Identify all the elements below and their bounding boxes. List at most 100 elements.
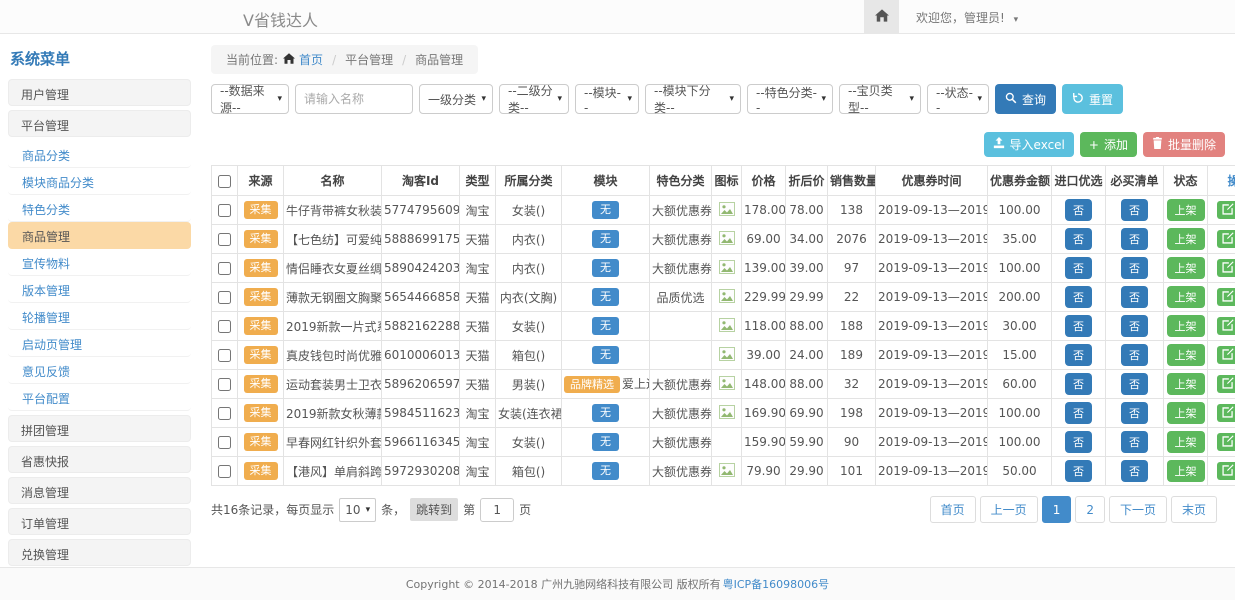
select-all-checkbox[interactable] xyxy=(218,175,231,188)
must-buy-toggle-button[interactable]: 否 xyxy=(1121,460,1148,482)
sidebar-item[interactable]: 版本管理 xyxy=(8,276,191,303)
page-button[interactable]: 首页 xyxy=(930,496,976,523)
row-checkbox[interactable] xyxy=(218,349,231,362)
breadcrumb-home-link[interactable]: 首页 xyxy=(283,51,323,68)
batch-delete-button[interactable]: 批量删除 xyxy=(1143,132,1225,157)
sidebar-item[interactable]: 商品分类 xyxy=(8,141,191,168)
status-button[interactable]: 上架 xyxy=(1167,402,1205,424)
level1-category-select[interactable]: 一级分类▾ xyxy=(419,84,493,114)
page-button[interactable]: 末页 xyxy=(1171,496,1217,523)
sidebar-section[interactable]: 兑换管理 xyxy=(8,539,191,566)
sidebar-section[interactable]: 用户管理 xyxy=(8,79,191,106)
must-buy-toggle-button[interactable]: 否 xyxy=(1121,373,1148,395)
jump-page-input[interactable] xyxy=(480,498,514,522)
sidebar-section[interactable]: 省惠快报 xyxy=(8,446,191,473)
jump-button[interactable]: 跳转到 xyxy=(410,498,458,521)
sidebar-item[interactable]: 模块商品分类 xyxy=(8,168,191,195)
sidebar-item[interactable]: 轮播管理 xyxy=(8,303,191,330)
status-button[interactable]: 上架 xyxy=(1167,257,1205,279)
imported-toggle-button[interactable]: 否 xyxy=(1065,228,1092,250)
row-checkbox[interactable] xyxy=(218,436,231,449)
edit-button[interactable] xyxy=(1217,230,1235,248)
edit-button[interactable] xyxy=(1217,433,1235,451)
edit-button[interactable] xyxy=(1217,201,1235,219)
status-button[interactable]: 上架 xyxy=(1167,315,1205,337)
edit-button[interactable] xyxy=(1217,259,1235,277)
sidebar-item[interactable]: 特色分类 xyxy=(8,195,191,222)
import-excel-button[interactable]: 导入excel xyxy=(984,132,1074,157)
page-button[interactable]: 下一页 xyxy=(1109,496,1167,523)
row-checkbox[interactable] xyxy=(218,291,231,304)
imported-toggle-button[interactable]: 否 xyxy=(1065,286,1092,308)
sidebar-section[interactable]: 平台管理 xyxy=(8,110,191,137)
module-sub-select[interactable]: --模块下分类--▾ xyxy=(645,84,741,114)
imported-toggle-button[interactable]: 否 xyxy=(1065,431,1092,453)
sidebar-item[interactable]: 宣传物料 xyxy=(8,249,191,276)
must-buy-toggle-button[interactable]: 否 xyxy=(1121,431,1148,453)
status-button[interactable]: 上架 xyxy=(1167,373,1205,395)
sidebar-section[interactable]: 拼团管理 xyxy=(8,415,191,442)
edit-button[interactable] xyxy=(1217,375,1235,393)
edit-button[interactable] xyxy=(1217,317,1235,335)
imported-toggle-button[interactable]: 否 xyxy=(1065,344,1092,366)
sidebar-section[interactable]: 消息管理 xyxy=(8,477,191,504)
item-type-select[interactable]: --宝贝类型--▾ xyxy=(839,84,921,114)
row-checkbox[interactable] xyxy=(218,233,231,246)
must-buy-toggle-button[interactable]: 否 xyxy=(1121,315,1148,337)
status-button[interactable]: 上架 xyxy=(1167,460,1205,482)
user-menu[interactable]: 欢迎您，管理员! ▾ xyxy=(916,9,1018,26)
product-name: 早春网红针织外套女春... xyxy=(284,428,382,457)
status-select[interactable]: --状态--▾ xyxy=(927,84,989,114)
must-buy-toggle-button[interactable]: 否 xyxy=(1121,286,1148,308)
row-checkbox[interactable] xyxy=(218,320,231,333)
status-button[interactable]: 上架 xyxy=(1167,344,1205,366)
add-button[interactable]: + 添加 xyxy=(1080,132,1137,157)
imported-toggle-button[interactable]: 否 xyxy=(1065,402,1092,424)
row-checkbox[interactable] xyxy=(218,407,231,420)
data-source-select[interactable]: --数据来源--▾ xyxy=(211,84,289,114)
row-checkbox[interactable] xyxy=(218,378,231,391)
must-buy-toggle-button[interactable]: 否 xyxy=(1121,402,1148,424)
imported-toggle-button[interactable]: 否 xyxy=(1065,373,1092,395)
icp-link[interactable]: 粤ICP备16098006号 xyxy=(723,576,830,592)
feature-category-select[interactable]: --特色分类--▾ xyxy=(747,84,833,114)
module-select[interactable]: --模块--▾ xyxy=(575,84,639,114)
imported-toggle-button[interactable]: 否 xyxy=(1065,460,1092,482)
name-search-input[interactable] xyxy=(295,84,413,114)
per-page-select[interactable]: 10 ▾ xyxy=(339,498,376,522)
edit-button[interactable] xyxy=(1217,346,1235,364)
price: 118.00 xyxy=(742,312,786,341)
edit-button[interactable] xyxy=(1217,462,1235,480)
sidebar-section[interactable]: 订单管理 xyxy=(8,508,191,535)
edit-button[interactable] xyxy=(1217,404,1235,422)
status-button[interactable]: 上架 xyxy=(1167,431,1205,453)
imported-toggle-button[interactable]: 否 xyxy=(1065,315,1092,337)
row-checkbox[interactable] xyxy=(218,465,231,478)
must-buy-toggle-button[interactable]: 否 xyxy=(1121,257,1148,279)
sidebar-item[interactable]: 平台配置 xyxy=(8,384,191,411)
page-button[interactable]: 1 xyxy=(1042,496,1072,523)
imported-toggle-button[interactable]: 否 xyxy=(1065,257,1092,279)
jump-suffix: 页 xyxy=(519,501,531,518)
source-badge: 采集 xyxy=(244,375,278,393)
sidebar-item[interactable]: 商品管理 xyxy=(8,222,191,249)
search-button[interactable]: 查询 xyxy=(995,84,1056,114)
sidebar-item[interactable]: 启动页管理 xyxy=(8,330,191,357)
sidebar-item[interactable]: 意见反馈 xyxy=(8,357,191,384)
imported-toggle-button[interactable]: 否 xyxy=(1065,199,1092,221)
row-checkbox[interactable] xyxy=(218,262,231,275)
edit-button[interactable] xyxy=(1217,288,1235,306)
status-button[interactable]: 上架 xyxy=(1167,228,1205,250)
status-button[interactable]: 上架 xyxy=(1167,286,1205,308)
status-button[interactable]: 上架 xyxy=(1167,199,1205,221)
level2-category-select[interactable]: --二级分类--▾ xyxy=(499,84,569,114)
row-checkbox[interactable] xyxy=(218,204,231,217)
must-buy-toggle-button[interactable]: 否 xyxy=(1121,228,1148,250)
page-button[interactable]: 上一页 xyxy=(980,496,1038,523)
home-button[interactable] xyxy=(864,0,899,33)
page-button[interactable]: 2 xyxy=(1075,496,1105,523)
sales-count: 90 xyxy=(828,428,876,457)
must-buy-toggle-button[interactable]: 否 xyxy=(1121,199,1148,221)
must-buy-toggle-button[interactable]: 否 xyxy=(1121,344,1148,366)
reset-button[interactable]: 重置 xyxy=(1062,84,1123,114)
